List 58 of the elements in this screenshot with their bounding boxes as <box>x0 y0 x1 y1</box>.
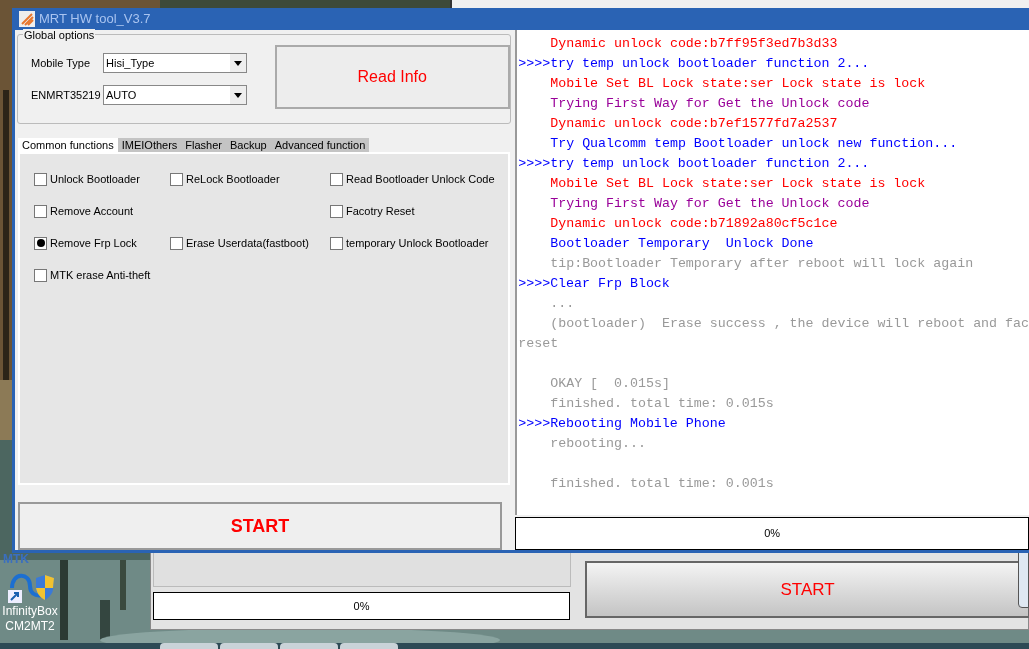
log-line: finished. total time: 0.001s <box>549 475 775 493</box>
checkbox[interactable] <box>34 236 47 250</box>
log-line: Trying First Way for Get the Unlock code <box>549 195 871 213</box>
log-line: reset <box>517 335 560 353</box>
log-line: Dynamic unlock code:b7ff95f3ed7b3d33 <box>549 35 839 53</box>
checkbox[interactable] <box>330 204 343 218</box>
checkbox[interactable] <box>34 204 47 218</box>
log-line: Trying First Way for Get the Unlock code <box>549 95 871 113</box>
log-line: >>>>Rebooting Mobile Phone <box>517 415 727 433</box>
caret-icon <box>234 92 242 98</box>
checkbox-option[interactable]: Remove Frp Lock <box>34 234 137 252</box>
checkbox[interactable] <box>170 236 183 250</box>
checkbox-option[interactable]: Read Bootloader Unlock Code <box>330 170 495 188</box>
progress-label: 0% <box>764 526 781 542</box>
log-line: ... <box>549 295 576 313</box>
log-line: finished. total time: 0.015s <box>549 395 775 413</box>
checkbox-option[interactable]: temporary Unlock Bootloader <box>330 234 489 252</box>
field-label: ENMRT35219 <box>31 87 102 103</box>
log-line: tip:Bootloader Temporary after reboot will lock again <box>549 255 975 273</box>
log-line: Dynamic unlock code:b71892a80cf5c1ce <box>549 215 839 233</box>
log-line: >>>>try temp unlock bootloader function 2... <box>517 55 871 73</box>
tab[interactable]: Common functions <box>18 138 118 152</box>
log-line: rebooting... <box>549 435 647 453</box>
checkbox[interactable] <box>34 172 47 186</box>
dropdown[interactable]: AUTO <box>103 85 247 105</box>
tab[interactable]: Backup <box>226 138 271 152</box>
checkbox[interactable] <box>34 268 47 282</box>
checkbox-option[interactable]: ReLock Bootloader <box>170 170 280 188</box>
checkbox-option[interactable]: Facotry Reset <box>330 202 415 220</box>
log-line: Try Qualcomm temp Bootloader unlock new function... <box>549 135 959 153</box>
log-line: Mobile Set BL Lock state:ser Lock state is lock <box>549 75 927 93</box>
window-title: MRT HW tool_V3.7 <box>39 10 151 29</box>
desktop-icon[interactable]: InfinityBox CM2MT2 <box>0 566 60 634</box>
log-line: Dynamic unlock code:b7ef1577fd7a2537 <box>549 115 839 133</box>
desktop-icon-label: InfinityBox CM2MT2 <box>1 604 59 634</box>
app-logo-icon <box>19 11 35 27</box>
checkbox[interactable] <box>330 172 343 186</box>
desktop-label: MTK <box>2 553 29 566</box>
checkbox-option[interactable]: Remove Account <box>34 202 134 220</box>
checkbox[interactable] <box>170 172 183 186</box>
tab[interactable]: Flasher <box>181 138 227 152</box>
tab[interactable]: Advanced function <box>270 138 370 152</box>
tab[interactable]: IMEIOthers <box>117 138 182 152</box>
log-line: OKAY [ 0.015s] <box>549 375 671 393</box>
caret-icon <box>234 60 242 66</box>
log-line: (bootloader) Erase success , the device will reboot and fac <box>549 315 1029 333</box>
checkbox-option[interactable]: Erase Userdata(fastboot) <box>170 234 309 252</box>
group-title: Global options <box>23 29 96 41</box>
dropdown[interactable]: Hisi_Type <box>103 53 247 73</box>
log-line: Mobile Set BL Lock state:ser Lock state is lock <box>549 175 927 193</box>
field-label: Mobile Type <box>31 55 92 71</box>
log-line: >>>>try temp unlock bootloader function 2... <box>517 155 871 173</box>
checkbox-option[interactable]: Unlock Bootloader <box>34 170 140 188</box>
checkbox[interactable] <box>330 236 343 250</box>
log-line: Bootloader Temporary Unlock Done <box>549 235 815 253</box>
log-line: >>>>Clear Frp Block <box>517 275 671 293</box>
progress-label: 0% <box>353 598 370 614</box>
checkbox-option[interactable]: MTK erase Anti-theft <box>34 266 151 284</box>
